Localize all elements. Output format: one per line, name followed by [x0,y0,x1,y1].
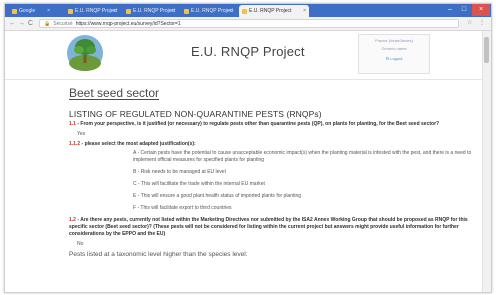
window-close-icon[interactable]: × [472,4,490,16]
tab-close-icon[interactable]: × [47,5,50,17]
site-header: E.U. RNQP Project France (Inrae/Anses) G… [5,31,483,80]
tab-close-icon[interactable]: × [229,5,232,17]
tab-bar: Google × E.U. RNQP Project × E.U. RNQP P… [5,4,491,17]
justification-option: E - This will ensure a good plant health… [133,193,302,199]
menu-icon[interactable]: ⋮ [479,19,485,28]
justification-option: F - This will facilitate export to third… [133,205,232,211]
tab-rnqp-1[interactable]: E.U. RNQP Project × [65,5,119,17]
justification-option: C - This will facilitate the trade withi… [133,181,265,187]
question-1-1: 1.1 - From your perspective, is it justi… [69,121,440,127]
tab-close-icon[interactable]: × [303,5,306,17]
justification-option: A - Certain pests have the potential to … [133,150,472,163]
bookmark-star-icon[interactable]: ☆ [467,19,472,28]
project-logo-icon [67,35,103,71]
tab-google[interactable]: Google × [9,5,53,17]
reload-icon[interactable]: C [28,18,33,29]
forward-icon[interactable]: → [18,18,25,29]
listing-title: LISTING OF REGULATED NON-QUARANTINE PEST… [69,109,322,119]
question-1-1-2: 1.1.2 - please select the most adapted j… [69,141,196,147]
user-panel: France (Inrae/Anses) Generic name ⚙ Logo… [358,34,430,74]
tab-favicon-icon [126,9,131,14]
tab-favicon-icon [242,9,247,14]
section-title: Beet seed sector [69,86,160,100]
tab-rnqp-2[interactable]: E.U. RNQP Project × [123,5,177,17]
answer-1-2: No [77,241,84,247]
logout-link[interactable]: ⚙ Logout [359,56,429,61]
tab-close-icon[interactable]: × [113,5,116,17]
survey-content: LISTING OF REGULATED NON-QUARANTINE PEST… [69,109,477,258]
tab-rnqp-3[interactable]: E.U. RNQP Project × [181,5,235,17]
page-scrollbar[interactable] [482,31,491,292]
address-bar: ← → C 🔒 Sécurisé https://www.rnqp-project.… [5,17,491,31]
tab-favicon-icon [184,9,189,14]
maximize-icon[interactable]: □ [457,4,471,16]
user-subtitle: Generic name [381,46,407,51]
tab-favicon-icon [68,9,73,14]
minimize-icon[interactable]: – [443,4,457,16]
back-icon[interactable]: ← [9,18,16,29]
question-1-2: 1.2 - Are there any pests, currently not… [69,217,468,237]
user-name: France (Inrae/Anses) [375,38,413,43]
site-title: E.U. RNQP Project [191,44,305,59]
browser-window: Google × E.U. RNQP Project × E.U. RNQP P… [4,3,492,293]
url-field[interactable]: 🔒 Sécurisé https://www.rnqp-project.eu/sur… [39,19,459,28]
page-content: E.U. RNQP Project France (Inrae/Anses) G… [5,31,483,292]
tab-close-icon[interactable]: × [171,5,174,17]
scrollbar-thumb[interactable] [484,37,489,63]
secure-lock-icon: 🔒 [44,21,51,27]
tab-rnqp-active[interactable]: E.U. RNQP Project × [239,5,309,17]
pests-heading: Pests listed at a taxonomic level higher… [69,251,248,258]
answer-1-1: Yes [77,131,86,137]
tab-favicon-icon [12,9,17,14]
justification-option: B - Risk needs to be managed at EU level [133,169,226,175]
